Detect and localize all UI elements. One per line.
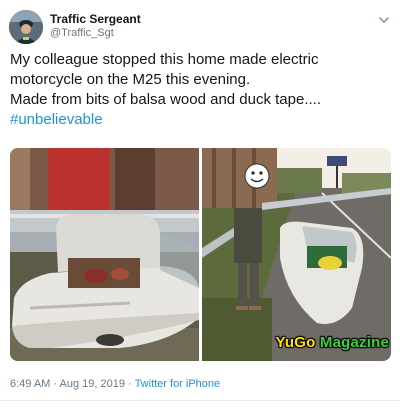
chevron-down-icon[interactable]: [378, 12, 390, 23]
watermark: YuGo Magazine: [276, 334, 389, 351]
photo-left[interactable]: [10, 148, 199, 361]
author-avatar[interactable]: [9, 10, 43, 44]
author-display-name[interactable]: Traffic Sergeant: [50, 12, 141, 26]
tweet-media: YuGo Magazine: [10, 148, 391, 361]
photo-right[interactable]: [202, 148, 391, 361]
tweet-text-line: Made from bits of balsa wood and duck ta…: [10, 91, 322, 108]
tweet-card: Traffic Sergeant @Traffic_Sgt My colleag…: [0, 0, 400, 407]
meta-separator: ·: [124, 378, 135, 390]
divider: [0, 400, 400, 401]
tweet-meta: 6:49 AM · Aug 19, 2019 · Twitter for iPh…: [10, 378, 220, 390]
police-officer-avatar-icon: [9, 10, 43, 44]
hashtag-link[interactable]: #unbelievable: [10, 110, 395, 130]
meta-separator: ·: [50, 378, 60, 390]
author-handle[interactable]: @Traffic_Sgt: [50, 27, 114, 39]
tweet-text-line: My colleague stopped this home made elec…: [10, 51, 319, 68]
tweet-text-line: motorcycle on the M25 this evening.: [10, 71, 251, 88]
tweet-source-link[interactable]: Twitter for iPhone: [135, 378, 221, 390]
watermark-part1: YuGo: [275, 334, 316, 351]
watermark-part2: Magazine: [319, 334, 389, 351]
tweet-date[interactable]: Aug 19, 2019: [60, 378, 125, 390]
tweet-text: My colleague stopped this home made elec…: [10, 50, 395, 130]
tweet-time[interactable]: 6:49 AM: [10, 378, 50, 390]
